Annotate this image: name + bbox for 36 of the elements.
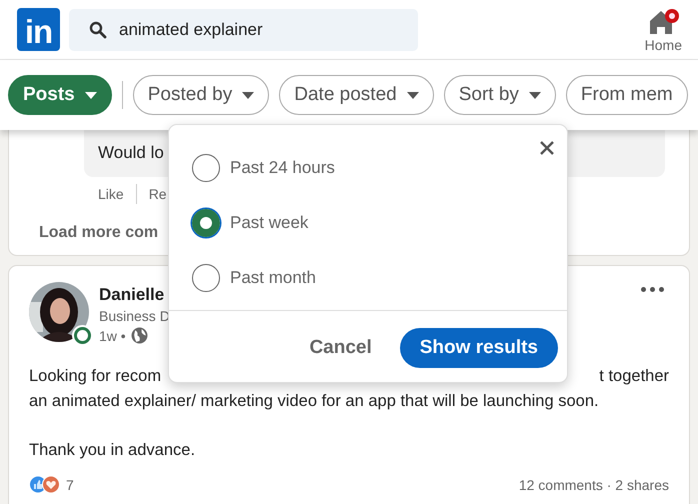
search-field[interactable]: animated explainer [69,8,418,50]
globe-icon [130,327,148,344]
close-icon[interactable] [540,141,554,155]
show-results-button[interactable]: Show results [400,328,558,368]
option-label[interactable]: Past month [230,268,316,288]
caret-icon [242,92,254,98]
caret-icon [528,92,541,98]
post-text: an animated explainer/ marketing video for an app that will be launching soon. [29,391,599,412]
comments-shares-count[interactable]: 12 comments · 2 shares [518,476,669,492]
filter-button[interactable]: Posted by [132,75,270,115]
filter-button[interactable]: From mem [566,75,688,115]
radio-button[interactable] [192,154,220,182]
author-name[interactable]: Danielle [99,285,170,305]
more-options-icon[interactable] [641,287,664,293]
filter-button[interactable]: Date posted [279,75,434,115]
option-label[interactable]: Past 24 hours [230,158,335,178]
post-time: 1w • [99,328,126,344]
caret-icon [406,92,419,98]
post-text: Thank you in advance. [29,440,196,461]
cancel-button[interactable]: Cancel [301,329,380,367]
comment-action-link[interactable]: Like [98,186,124,202]
filter-button[interactable]: Sort by [444,75,556,115]
option-label[interactable]: Past week [230,213,308,233]
logo[interactable]: in [17,8,60,51]
post-text: Looking for recom [29,366,162,387]
home-icon [647,8,680,36]
filter-button[interactable]: Posts [8,75,112,115]
comment-action-link[interactable]: Re [148,186,167,202]
caret-icon [84,92,97,98]
comment-text: Would lo [98,142,164,162]
radio-button[interactable] [192,264,220,292]
search-icon [89,20,107,38]
radio-button[interactable] [192,209,220,237]
post-text: t together [599,366,669,387]
reaction-count[interactable]: 7 [66,476,74,492]
nav-item[interactable]: Home [644,8,682,53]
